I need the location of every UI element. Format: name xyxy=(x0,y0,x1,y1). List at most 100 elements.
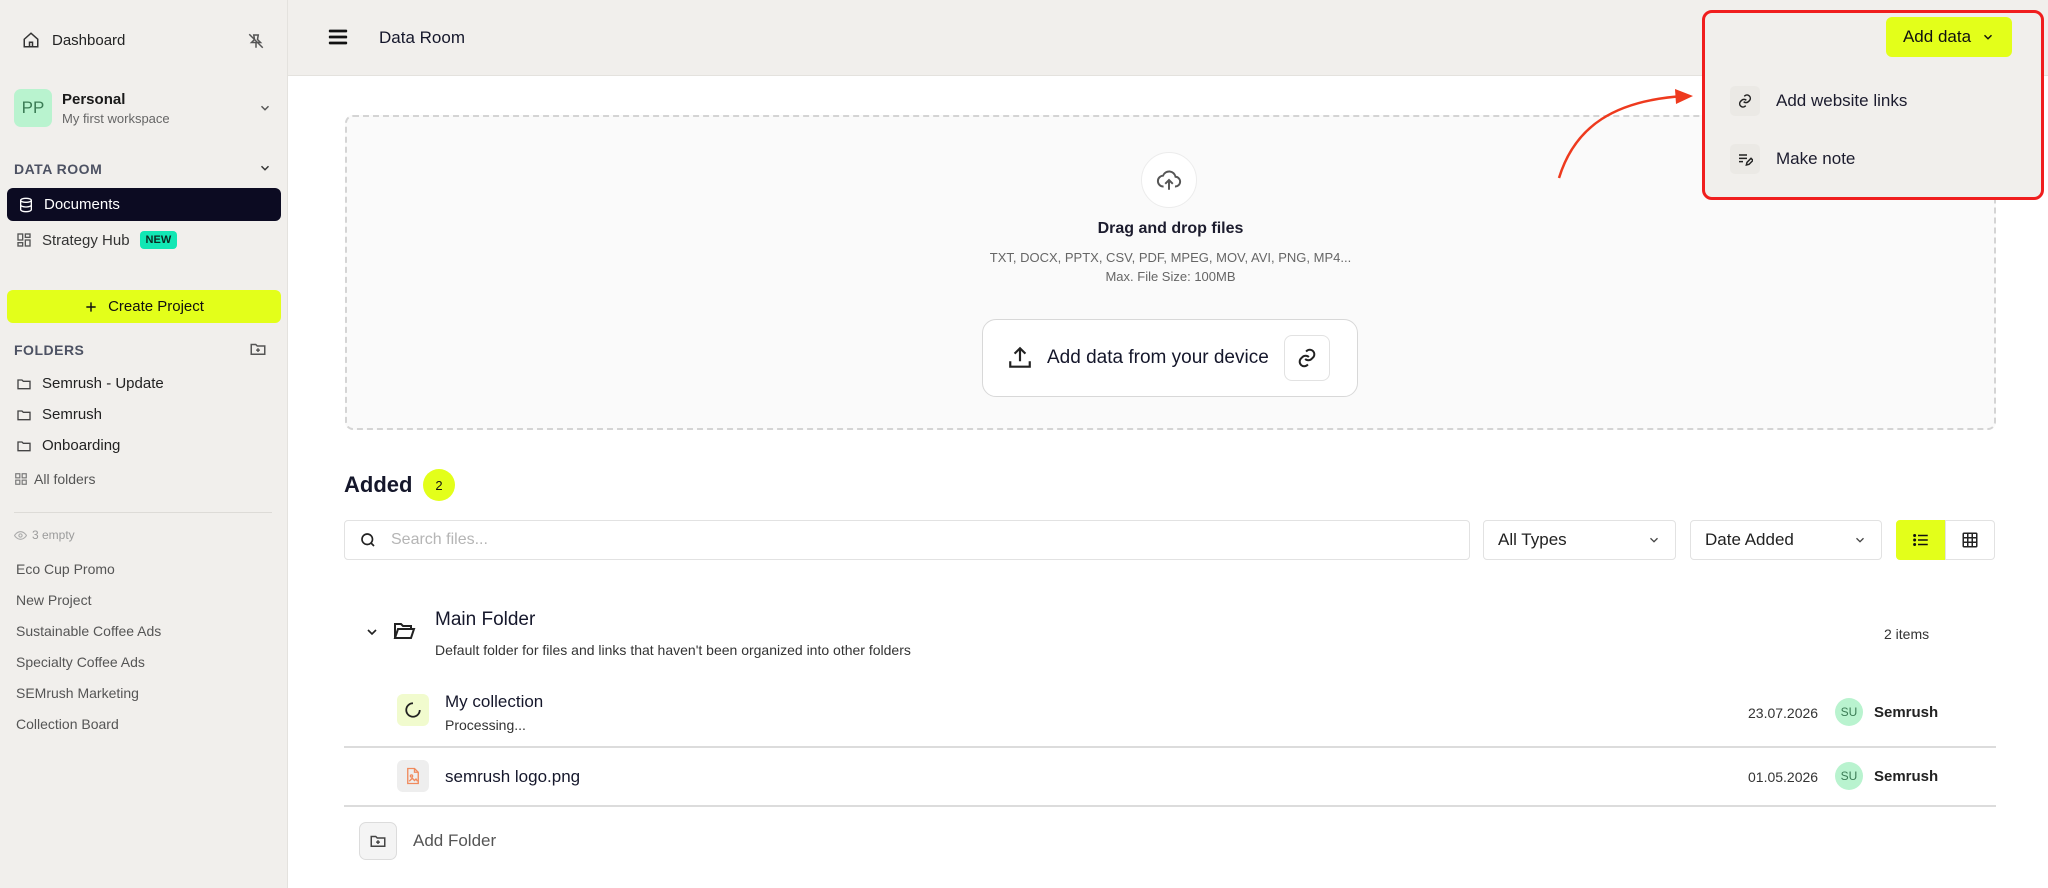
chevron-down-icon[interactable] xyxy=(258,101,272,115)
upload-from-device-group: Add data from your device xyxy=(982,319,1358,397)
folder-label: Semrush xyxy=(42,406,103,423)
menu-item-label: Make note xyxy=(1776,149,1856,168)
sidebar-toggle-icon[interactable] xyxy=(326,25,350,49)
file-name[interactable]: semrush logo.png xyxy=(445,767,580,787)
main-folder-description: Default folder for files and links that … xyxy=(435,642,911,658)
add-from-device-label: Add data from your device xyxy=(1047,347,1269,368)
owner-name: Semrush xyxy=(1874,704,1939,721)
database-icon xyxy=(18,197,34,213)
add-folder-label: Add Folder xyxy=(413,831,497,850)
workspace-avatar: PP xyxy=(14,89,52,127)
list-icon xyxy=(1912,531,1930,549)
workspace-name: Personal xyxy=(62,90,126,108)
eye-icon xyxy=(14,529,27,542)
project-item[interactable]: Collection Board xyxy=(16,716,119,732)
upload-icon xyxy=(1007,345,1033,371)
folder-icon xyxy=(16,376,32,392)
added-heading: Added xyxy=(344,472,413,497)
folder-item[interactable]: Onboarding xyxy=(16,437,120,454)
owner-name: Semrush xyxy=(1874,768,1939,785)
table-icon xyxy=(1961,531,1979,549)
sidebar-item-label: Documents xyxy=(44,196,120,213)
chevron-down-icon xyxy=(1647,533,1661,547)
page-title: Data Room xyxy=(379,28,465,47)
folder-item[interactable]: Semrush xyxy=(16,406,102,423)
owner-avatar: SU xyxy=(1835,762,1863,790)
empty-projects-toggle[interactable]: 3 empty xyxy=(14,528,75,542)
grid-icon xyxy=(16,232,32,248)
create-project-button[interactable]: Create Project xyxy=(7,290,281,323)
empty-label: 3 empty xyxy=(32,528,75,542)
add-data-label: Add data xyxy=(1902,27,1972,46)
chevron-down-icon xyxy=(1853,533,1867,547)
sidebar-item-documents[interactable]: Documents xyxy=(7,188,281,221)
sort-select[interactable]: Date Added xyxy=(1690,520,1882,560)
sidebar: Dashboard PP Personal My first workspace… xyxy=(0,0,288,888)
add-from-device-button[interactable]: Add data from your device xyxy=(1007,345,1269,371)
project-item[interactable]: New Project xyxy=(16,592,91,608)
grid-icon xyxy=(14,472,28,486)
folder-label: Onboarding xyxy=(42,437,121,454)
dropzone-max-size: Max. File Size: 100MB xyxy=(1105,269,1236,284)
plus-icon xyxy=(84,300,98,314)
link-icon xyxy=(1730,86,1760,116)
add-link-button[interactable] xyxy=(1283,335,1330,381)
collapse-data-room-icon[interactable] xyxy=(258,161,272,175)
search-bar xyxy=(344,520,1470,560)
all-folders-link[interactable]: All folders xyxy=(14,471,95,487)
annotation-arrow xyxy=(1557,89,1693,179)
create-project-label: Create Project xyxy=(108,298,204,315)
divider xyxy=(14,512,272,513)
main-folder-title[interactable]: Main Folder xyxy=(435,609,535,631)
search-icon xyxy=(359,531,377,549)
menu-item-make-note[interactable]: Make note xyxy=(1730,144,1855,174)
collapse-folder-icon[interactable] xyxy=(364,624,380,640)
grid-view-button[interactable] xyxy=(1945,520,1995,560)
project-item[interactable]: SEMrush Marketing xyxy=(16,685,139,701)
cloud-upload-icon xyxy=(1141,152,1197,208)
note-edit-icon xyxy=(1730,144,1760,174)
folder-items-count: 2 items xyxy=(1884,626,1930,642)
folder-label: Semrush - Update xyxy=(42,375,164,392)
project-item[interactable]: Sustainable Coffee Ads xyxy=(16,623,161,639)
menu-item-label: Add website links xyxy=(1776,91,1908,110)
list-view-button[interactable] xyxy=(1896,520,1946,560)
sidebar-item-label: Strategy Hub xyxy=(42,231,130,249)
file-date: 01.05.2026 xyxy=(1748,769,1819,785)
sort-value: Date Added xyxy=(1705,530,1794,549)
owner-avatar: SU xyxy=(1835,698,1863,726)
loading-spinner-icon xyxy=(397,694,429,726)
folder-item[interactable]: Semrush - Update xyxy=(16,375,164,392)
type-filter-select[interactable]: All Types xyxy=(1483,520,1676,560)
dropzone-formats: TXT, DOCX, PPTX, CSV, PDF, MPEG, MOV, AV… xyxy=(989,250,1352,265)
add-folder-button[interactable]: Add Folder xyxy=(359,822,496,860)
search-input[interactable] xyxy=(391,531,1391,549)
project-item[interactable]: Eco Cup Promo xyxy=(16,561,115,577)
folder-icon xyxy=(16,407,32,423)
folder-plus-icon xyxy=(359,822,397,860)
folder-icon xyxy=(16,438,32,454)
file-name[interactable]: My collection xyxy=(445,692,543,712)
chevron-down-icon xyxy=(1981,30,1995,44)
unpin-icon[interactable] xyxy=(247,32,265,50)
dashboard-label: Dashboard xyxy=(52,31,126,49)
home-icon xyxy=(22,31,40,49)
file-date: 23.07.2026 xyxy=(1748,705,1819,721)
new-folder-icon[interactable] xyxy=(249,340,267,358)
row-divider xyxy=(344,805,1996,807)
sidebar-item-strategy-hub[interactable]: Strategy Hub NEW xyxy=(16,231,178,249)
image-file-icon xyxy=(397,760,429,792)
project-item[interactable]: Specialty Coffee Ads xyxy=(16,654,145,670)
workspace-switcher[interactable]: PP Personal My first workspace xyxy=(14,89,170,127)
all-folders-label: All folders xyxy=(34,471,96,487)
dashboard-link[interactable]: Dashboard xyxy=(22,31,125,49)
dropzone-title: Drag and drop files xyxy=(1097,220,1244,237)
new-badge: NEW xyxy=(139,231,178,249)
workspace-subtitle: My first workspace xyxy=(62,110,170,126)
type-filter-value: All Types xyxy=(1498,530,1567,549)
menu-item-add-website-links[interactable]: Add website links xyxy=(1730,86,1907,116)
file-status: Processing... xyxy=(445,717,526,733)
add-data-button[interactable]: Add data xyxy=(1886,17,2012,57)
data-room-heading: DATA ROOM xyxy=(14,161,103,177)
folder-open-icon xyxy=(392,619,416,643)
